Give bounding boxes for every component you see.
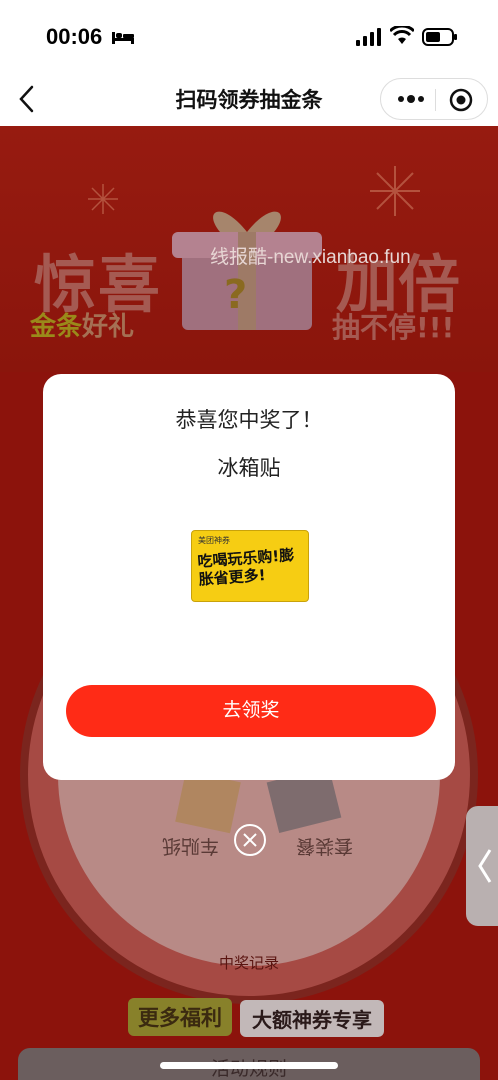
- status-time: 00:06: [46, 24, 103, 49]
- more-dots-icon[interactable]: [397, 91, 425, 107]
- banner-subtitle-left: 金条好礼: [30, 306, 134, 343]
- side-expand-tab[interactable]: [466, 806, 498, 926]
- target-icon[interactable]: [449, 88, 473, 112]
- watermark-text: 线报酷-new.xianbao.fun: [210, 247, 411, 268]
- firework-icon: [370, 166, 420, 216]
- big-coupon-badge: 大额神券专享: [240, 1000, 384, 1037]
- signal-icon: [356, 28, 381, 46]
- prize-modal: 恭喜您中奖了！ 冰箱贴 美团神券 吃喝玩乐购!膨胀省更多! 去领奖: [43, 374, 455, 780]
- more-benefits-badge: 更多福利: [128, 998, 232, 1036]
- banner-subtitle-right: 抽不停!!!: [332, 311, 455, 344]
- wheel-prize-label: 车贴纸: [162, 835, 220, 857]
- gold-bar-text: 金条: [30, 312, 83, 342]
- prize-name: 冰箱贴: [217, 456, 281, 480]
- svg-text:?: ?: [224, 272, 247, 318]
- status-bar: 00:06: [0, 0, 498, 74]
- wifi-icon: [390, 26, 414, 44]
- winning-records-link[interactable]: 中奖记录: [0, 952, 498, 973]
- firework-icon: [88, 184, 118, 214]
- gift-text: 好礼: [82, 312, 135, 342]
- wheel-prize-image: [175, 770, 241, 834]
- modal-title: 恭喜您中奖了！: [175, 408, 323, 432]
- bed-icon: [112, 32, 134, 44]
- promo-banner: 惊喜 金条好礼 ? 加倍 抽不停!!! 线报酷-new.xianbao.fun: [0, 126, 498, 372]
- chevron-left-icon: [478, 849, 492, 883]
- wheel-prize-label: 套装餐: [296, 835, 354, 857]
- claim-prize-button[interactable]: 去领奖: [66, 685, 436, 737]
- home-indicator: [160, 1062, 338, 1069]
- battery-icon: [422, 28, 457, 46]
- prize-image: 美团神券 吃喝玩乐购!膨胀省更多!: [191, 530, 309, 602]
- nav-bar: 扫码领券抽金条: [0, 74, 498, 126]
- prize-image-slogan: 吃喝玩乐购!膨胀省更多!: [196, 545, 295, 589]
- prize-image-brand: 美团神券: [198, 536, 230, 545]
- capsule-divider: [435, 89, 436, 111]
- close-icon[interactable]: [233, 823, 267, 857]
- mini-program-capsule: [380, 78, 488, 120]
